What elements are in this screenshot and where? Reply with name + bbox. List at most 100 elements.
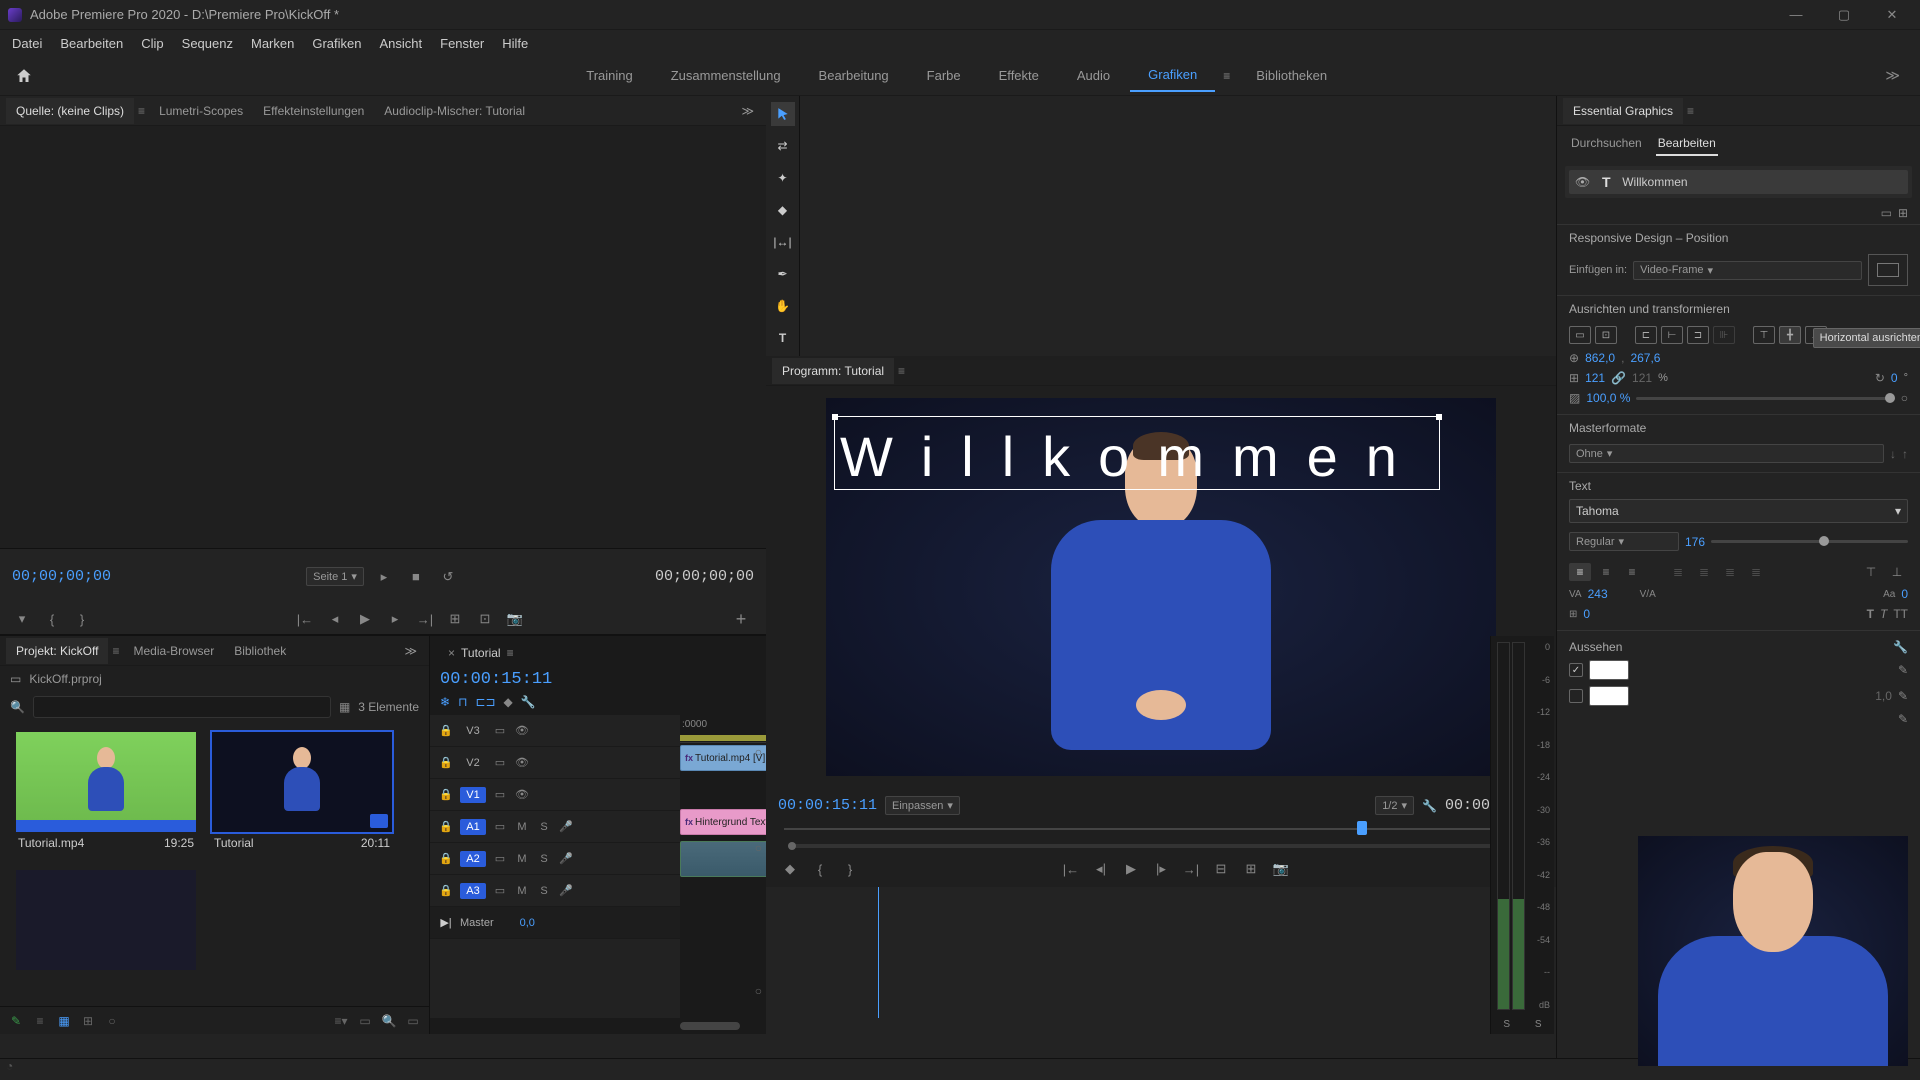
lock-icon[interactable]: 🔒 (438, 724, 454, 737)
source-goto-out-icon[interactable]: →| (413, 609, 437, 629)
push-up-icon[interactable]: ↑ (1902, 447, 1908, 461)
program-scrubber[interactable] (784, 823, 1538, 835)
automate-icon[interactable]: ≡▾ (333, 1014, 349, 1028)
menu-fenster[interactable]: Fenster (432, 32, 492, 55)
eyedropper-icon[interactable]: ✎ (1898, 712, 1908, 726)
tab-project[interactable]: Projekt: KickOff (6, 638, 108, 664)
target-icon[interactable]: ▭ (492, 756, 508, 769)
icon-view-icon[interactable]: ▦ (56, 1014, 72, 1028)
lock-icon[interactable]: 🔒 (438, 820, 454, 833)
ripple-tool-icon[interactable]: ✦ (771, 166, 795, 190)
leading-value[interactable]: 0 (1901, 587, 1908, 601)
filter-icon[interactable]: ▦ (339, 700, 350, 714)
tab-project-menu-icon[interactable]: ≡ (108, 644, 123, 658)
track-a2[interactable]: A2 (460, 851, 486, 867)
program-zoom-bar[interactable] (784, 839, 1538, 853)
scale-value[interactable]: 121 (1585, 371, 1605, 385)
list-view-icon[interactable]: ≡ (32, 1014, 48, 1028)
workspace-bibliotheken[interactable]: Bibliotheken (1238, 60, 1345, 91)
eyedropper-icon[interactable]: ✎ (1898, 663, 1908, 677)
lock-icon[interactable]: 🔒 (438, 884, 454, 897)
fill-checkbox[interactable] (1569, 663, 1583, 677)
justify-center-icon[interactable]: ≣ (1693, 563, 1715, 581)
align-right-icon[interactable]: ⊐ (1687, 326, 1709, 344)
voice-icon[interactable]: 🎤 (558, 820, 574, 833)
source-insert-icon[interactable]: ⊞ (443, 609, 467, 629)
track-a1[interactable]: A1 (460, 819, 486, 835)
pin-to-dropdown[interactable]: Video-Frame▾ (1633, 261, 1862, 280)
step-fwd-icon[interactable]: |▸ (1149, 859, 1173, 879)
faux-italic-icon[interactable]: T (1880, 607, 1887, 621)
timeline-scroll-horizontal[interactable] (430, 1018, 766, 1034)
link-icon[interactable]: 🔗 (1611, 371, 1626, 385)
tab-media-browser[interactable]: Media-Browser (124, 638, 225, 664)
menu-hilfe[interactable]: Hilfe (494, 32, 536, 55)
program-monitor[interactable]: Willkommen (766, 386, 1556, 788)
menu-grafiken[interactable]: Grafiken (304, 32, 369, 55)
play-button[interactable]: ▶ (1119, 859, 1143, 879)
target-icon[interactable]: ▭ (492, 852, 508, 865)
source-goto-in-icon[interactable]: |← (293, 609, 317, 629)
settings-wrench-icon[interactable]: 🔧 (1422, 799, 1437, 813)
minimize-button[interactable]: — (1776, 7, 1816, 22)
track-a3[interactable]: A3 (460, 883, 486, 899)
position-y[interactable]: 267,6 (1630, 351, 1660, 365)
source-step-back-icon[interactable]: ◂ (323, 609, 347, 629)
stroke-width[interactable]: 1,0 (1875, 689, 1892, 703)
project-item-tutorial-seq[interactable]: Tutorial20:11 (212, 732, 392, 854)
track-v2[interactable]: V2 (460, 755, 486, 771)
maximize-button[interactable]: ▢ (1824, 7, 1864, 23)
tracking-value[interactable]: 243 (1588, 587, 1608, 601)
push-down-icon[interactable]: ↓ (1890, 447, 1896, 461)
project-item-texture[interactable] (16, 870, 196, 970)
font-family-dropdown[interactable]: Tahoma▾ (1569, 499, 1908, 523)
timeline-timecode[interactable]: 00:00:15:11 (430, 664, 680, 695)
source-in-icon[interactable]: { (40, 609, 64, 629)
goto-out-icon[interactable]: →| (1179, 859, 1203, 879)
goto-in-icon[interactable]: |← (1059, 859, 1083, 879)
stroke-color-swatch[interactable] (1589, 686, 1629, 706)
tsume-value[interactable]: 0 (1583, 607, 1590, 621)
eg-layer-willkommen[interactable]: 👁 T Willkommen (1569, 170, 1908, 194)
find-icon[interactable]: ▭ (357, 1014, 373, 1028)
type-tool-icon[interactable]: T (771, 326, 795, 350)
mute-icon[interactable]: M (514, 885, 530, 897)
sequence-menu-icon[interactable]: ≡ (507, 646, 514, 660)
workspace-audio[interactable]: Audio (1059, 60, 1128, 91)
new-layer-icon[interactable]: ▭ (1881, 206, 1892, 220)
hand-tool-icon[interactable]: ✋ (771, 294, 795, 318)
appearance-wrench-icon[interactable]: 🔧 (1893, 640, 1908, 654)
source-timecode-left[interactable]: 00;00;00;00 (12, 568, 111, 585)
step-back-icon[interactable]: ◂| (1089, 859, 1113, 879)
tab-essential-graphics[interactable]: Essential Graphics (1563, 98, 1683, 124)
target-icon[interactable]: ▭ (492, 884, 508, 897)
target-icon[interactable]: ▭ (492, 820, 508, 833)
stroke-checkbox[interactable] (1569, 689, 1583, 703)
menu-bearbeiten[interactable]: Bearbeiten (52, 32, 131, 55)
voice-icon[interactable]: 🎤 (558, 852, 574, 865)
source-out-icon[interactable]: } (70, 609, 94, 629)
solo-left[interactable]: S (1503, 1019, 1510, 1030)
vertical-align-top-icon[interactable]: ⊤ (1860, 563, 1882, 581)
solo-icon[interactable]: S (536, 821, 552, 833)
slip-tool-icon[interactable]: |↔| (771, 230, 795, 254)
close-button[interactable]: ✕ (1872, 7, 1912, 23)
voice-icon[interactable]: 🎤 (558, 884, 574, 897)
track-select-tool-icon[interactable]: ⇄ (771, 134, 795, 158)
faux-bold-icon[interactable]: T (1867, 607, 1874, 621)
marker-add-icon[interactable]: ◆ (504, 695, 513, 709)
master-style-dropdown[interactable]: Ohne▾ (1569, 444, 1884, 463)
time-ruler[interactable]: :0000 00:00:15:00 00:00:30:00 00:00:45:0… (680, 715, 766, 743)
solo-icon[interactable]: S (536, 885, 552, 897)
source-step-fwd-icon[interactable]: ▸ (383, 609, 407, 629)
workspace-farbe[interactable]: Farbe (909, 60, 979, 91)
align-top-icon[interactable]: ⊤ (1753, 326, 1775, 344)
pin-widget[interactable] (1868, 254, 1908, 286)
program-timecode-left[interactable]: 00:00:15:11 (778, 797, 877, 814)
project-search-input[interactable] (33, 696, 331, 718)
project-tabs-overflow-icon[interactable]: ≫ (398, 644, 423, 658)
source-loop-icon[interactable]: ↺ (436, 567, 460, 587)
source-page-dropdown[interactable]: Seite 1▾ (306, 567, 364, 586)
marker-icon[interactable]: ◆ (778, 859, 802, 879)
align-vcenter-icon[interactable]: ╋ (1779, 326, 1801, 344)
